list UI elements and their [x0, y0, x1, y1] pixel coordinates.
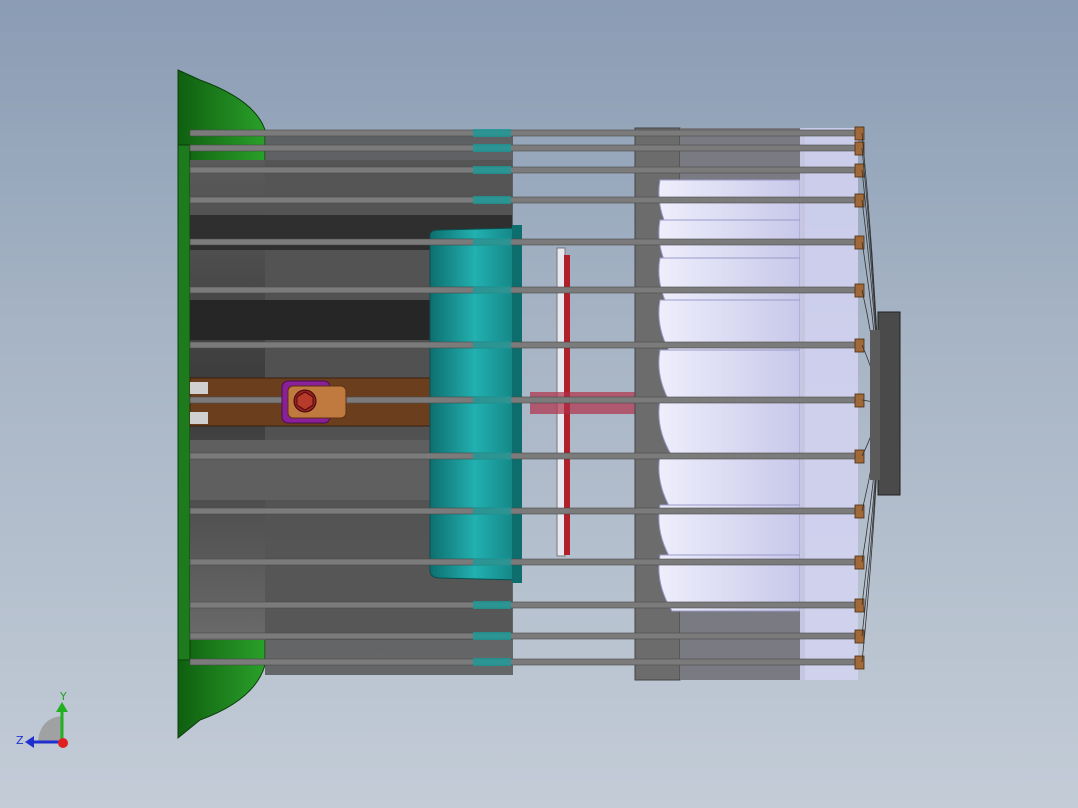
end-cap — [870, 311, 901, 496]
tie-rod — [189, 144, 859, 152]
rod-teal-sleeve — [473, 341, 511, 349]
rod-teal-sleeve — [473, 286, 511, 294]
cad-model-view[interactable]: Y Z — [0, 0, 1078, 808]
x-axis-dot-icon — [58, 738, 68, 748]
tie-rod — [189, 238, 859, 246]
rod-teal-sleeve — [473, 166, 511, 174]
rod-nut — [854, 283, 865, 298]
tie-rod — [189, 166, 859, 174]
fan-blade-tips — [800, 128, 858, 680]
rod-teal-sleeve — [473, 558, 511, 566]
fan-blade — [658, 399, 801, 457]
tie-rod — [189, 658, 859, 666]
rod-teal-sleeve — [473, 601, 511, 609]
z-axis-label: Z — [16, 734, 24, 747]
graphics-viewport[interactable]: Y Z — [0, 0, 1078, 808]
rod-teal-sleeve — [473, 507, 511, 515]
rod-teal-sleeve — [473, 129, 511, 137]
tie-rod — [189, 196, 859, 204]
rod-teal-sleeve — [473, 396, 511, 404]
fan-blades — [658, 128, 858, 680]
rod-teal-sleeve — [473, 238, 511, 246]
tie-rod — [189, 558, 859, 566]
rod-teal-sleeve — [473, 144, 511, 152]
tie-rod — [189, 507, 859, 515]
rod-nut — [854, 449, 865, 464]
y-axis-label: Y — [59, 690, 67, 703]
rod-teal-sleeve — [473, 632, 511, 640]
tie-rod — [189, 632, 859, 640]
tie-rod — [189, 129, 859, 137]
rod-teal-sleeve — [473, 658, 511, 666]
tie-rod — [189, 452, 859, 460]
rod-teal-sleeve — [473, 452, 511, 460]
coordinate-triad: Y Z — [16, 690, 68, 748]
rod-teal-sleeve — [473, 196, 511, 204]
tie-rod — [189, 286, 859, 294]
terminal-block[interactable] — [281, 380, 347, 424]
tie-rod — [189, 601, 859, 609]
fan-blade — [658, 454, 801, 512]
tie-rod — [189, 341, 859, 349]
triad-quadrant-icon — [38, 716, 62, 742]
